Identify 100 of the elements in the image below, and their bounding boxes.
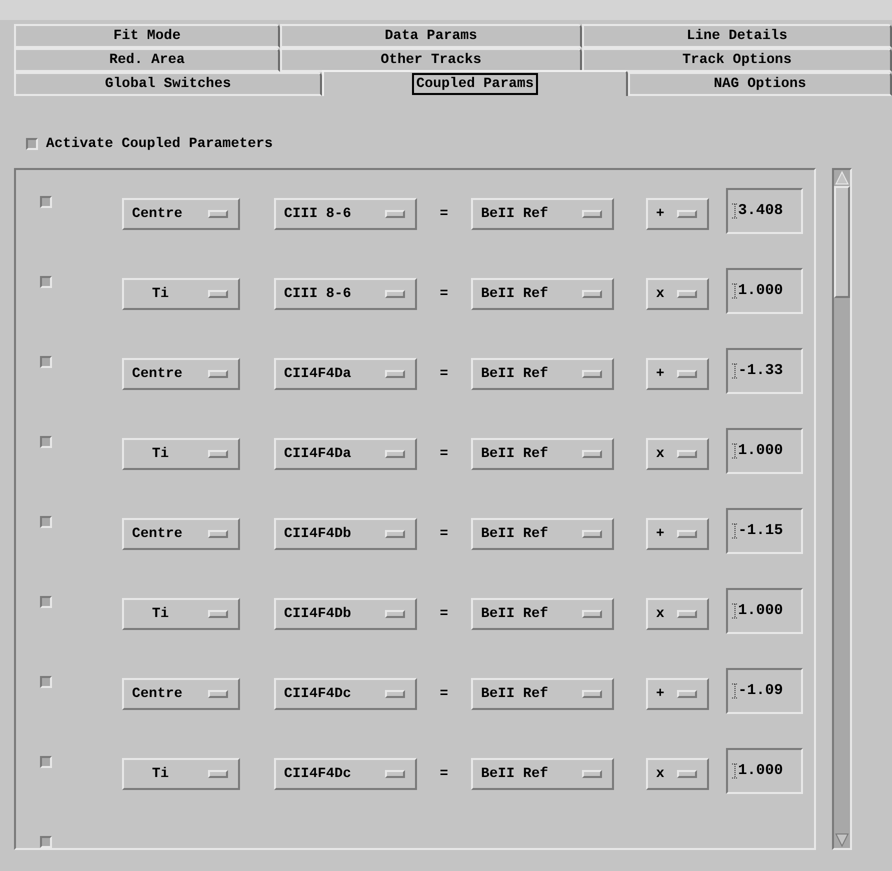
checkbox[interactable] (40, 756, 52, 768)
menu-indicator-icon (385, 530, 405, 538)
option-menu[interactable]: Centre (122, 358, 240, 390)
scrollbar[interactable] (832, 168, 852, 850)
equals-sign: = (438, 444, 450, 464)
checkbox[interactable] (40, 436, 52, 448)
menu-indicator-icon (208, 210, 228, 218)
menu-indicator-icon (582, 210, 602, 218)
option-menu[interactable]: CIII 8-6 (274, 278, 417, 310)
menu-indicator-icon (582, 450, 602, 458)
equals-sign: = (438, 684, 450, 704)
menu-indicator-icon (208, 770, 228, 778)
tab[interactable]: Global Switches (14, 72, 322, 96)
option-menu[interactable]: Centre (122, 678, 240, 710)
value-field[interactable]: 1.000 (726, 748, 803, 794)
menu-indicator-icon (677, 610, 697, 618)
option-menu[interactable]: BeII Ref (471, 598, 614, 630)
menu-indicator-icon (677, 370, 697, 378)
value-field[interactable]: 3.408 (726, 188, 803, 234)
option-menu[interactable]: x (646, 598, 709, 630)
value-field[interactable]: 1.000 (726, 428, 803, 474)
checkbox[interactable] (26, 138, 38, 150)
option-menu[interactable]: CII4F4Dc (274, 678, 417, 710)
menu-indicator-icon (385, 370, 405, 378)
option-menu[interactable]: CII4F4Db (274, 518, 417, 550)
tab[interactable]: Red. Area (14, 48, 280, 72)
text-cursor-icon (732, 443, 738, 459)
menu-indicator-icon (208, 690, 228, 698)
menu-indicator-icon (677, 450, 697, 458)
option-menu[interactable]: CII4F4Db (274, 598, 417, 630)
option-menu[interactable]: Ti (122, 278, 240, 310)
option-menu[interactable]: + (646, 198, 709, 230)
checkbox[interactable] (40, 516, 52, 528)
menu-indicator-icon (208, 370, 228, 378)
menu-indicator-icon (582, 770, 602, 778)
option-menu[interactable]: BeII Ref (471, 758, 614, 790)
menu-indicator-icon (385, 690, 405, 698)
value-field[interactable]: -1.15 (726, 508, 803, 554)
tab[interactable]: Track Options (582, 48, 892, 72)
checkbox[interactable] (40, 356, 52, 368)
option-menu[interactable]: Centre (122, 518, 240, 550)
option-menu[interactable]: BeII Ref (471, 358, 614, 390)
option-menu[interactable]: BeII Ref (471, 438, 614, 470)
option-menu[interactable]: BeII Ref (471, 278, 614, 310)
option-menu[interactable]: x (646, 758, 709, 790)
checkbox[interactable] (40, 276, 52, 288)
option-menu[interactable]: Centre (122, 198, 240, 230)
option-menu[interactable]: Ti (122, 758, 240, 790)
option-menu[interactable]: + (646, 678, 709, 710)
tab[interactable]: Coupled Params (322, 70, 628, 96)
value-field[interactable]: 1.000 (726, 588, 803, 634)
checkbox[interactable] (40, 196, 52, 208)
option-menu[interactable]: Ti (122, 598, 240, 630)
checkbox[interactable] (40, 596, 52, 608)
checkbox[interactable] (40, 836, 52, 848)
option-menu[interactable]: BeII Ref (471, 198, 614, 230)
scroll-up-arrow-icon[interactable] (834, 170, 850, 186)
tab[interactable]: Data Params (280, 24, 582, 48)
tab[interactable]: Other Tracks (280, 48, 582, 72)
option-menu[interactable]: + (646, 518, 709, 550)
option-menu[interactable]: CIII 8-6 (274, 198, 417, 230)
option-menu[interactable]: CII4F4Da (274, 438, 417, 470)
checkbox-label: Activate Coupled Parameters (46, 134, 273, 154)
menu-indicator-icon (677, 290, 697, 298)
menu-indicator-icon (677, 770, 697, 778)
tab[interactable]: Fit Mode (14, 24, 280, 48)
menu-indicator-icon (582, 290, 602, 298)
value-field[interactable]: 1.000 (726, 268, 803, 314)
menu-indicator-icon (677, 210, 697, 218)
menu-indicator-icon (385, 610, 405, 618)
equals-sign: = (438, 604, 450, 624)
option-menu[interactable]: + (646, 358, 709, 390)
option-menu[interactable]: x (646, 438, 709, 470)
option-menu[interactable]: BeII Ref (471, 678, 614, 710)
menu-indicator-icon (677, 690, 697, 698)
option-menu[interactable]: CII4F4Da (274, 358, 417, 390)
menu-indicator-icon (385, 210, 405, 218)
value-field[interactable]: -1.33 (726, 348, 803, 394)
menu-indicator-icon (582, 690, 602, 698)
option-menu[interactable]: CII4F4Dc (274, 758, 417, 790)
text-cursor-icon (732, 283, 738, 299)
option-menu[interactable]: x (646, 278, 709, 310)
tab[interactable]: Line Details (582, 24, 892, 48)
text-cursor-icon (732, 363, 738, 379)
equals-sign: = (438, 764, 450, 784)
menu-indicator-icon (208, 530, 228, 538)
menu-indicator-icon (385, 770, 405, 778)
scroll-down-arrow-icon[interactable] (834, 832, 850, 848)
option-menu[interactable]: Ti (122, 438, 240, 470)
menu-indicator-icon (582, 370, 602, 378)
value-field[interactable]: -1.09 (726, 668, 803, 714)
equals-sign: = (438, 524, 450, 544)
tab[interactable]: NAG Options (628, 72, 892, 96)
option-menu[interactable]: BeII Ref (471, 518, 614, 550)
text-cursor-icon (732, 763, 738, 779)
menu-indicator-icon (677, 530, 697, 538)
text-cursor-icon (732, 603, 738, 619)
menu-indicator-icon (208, 450, 228, 458)
equals-sign: = (438, 364, 450, 384)
checkbox[interactable] (40, 676, 52, 688)
